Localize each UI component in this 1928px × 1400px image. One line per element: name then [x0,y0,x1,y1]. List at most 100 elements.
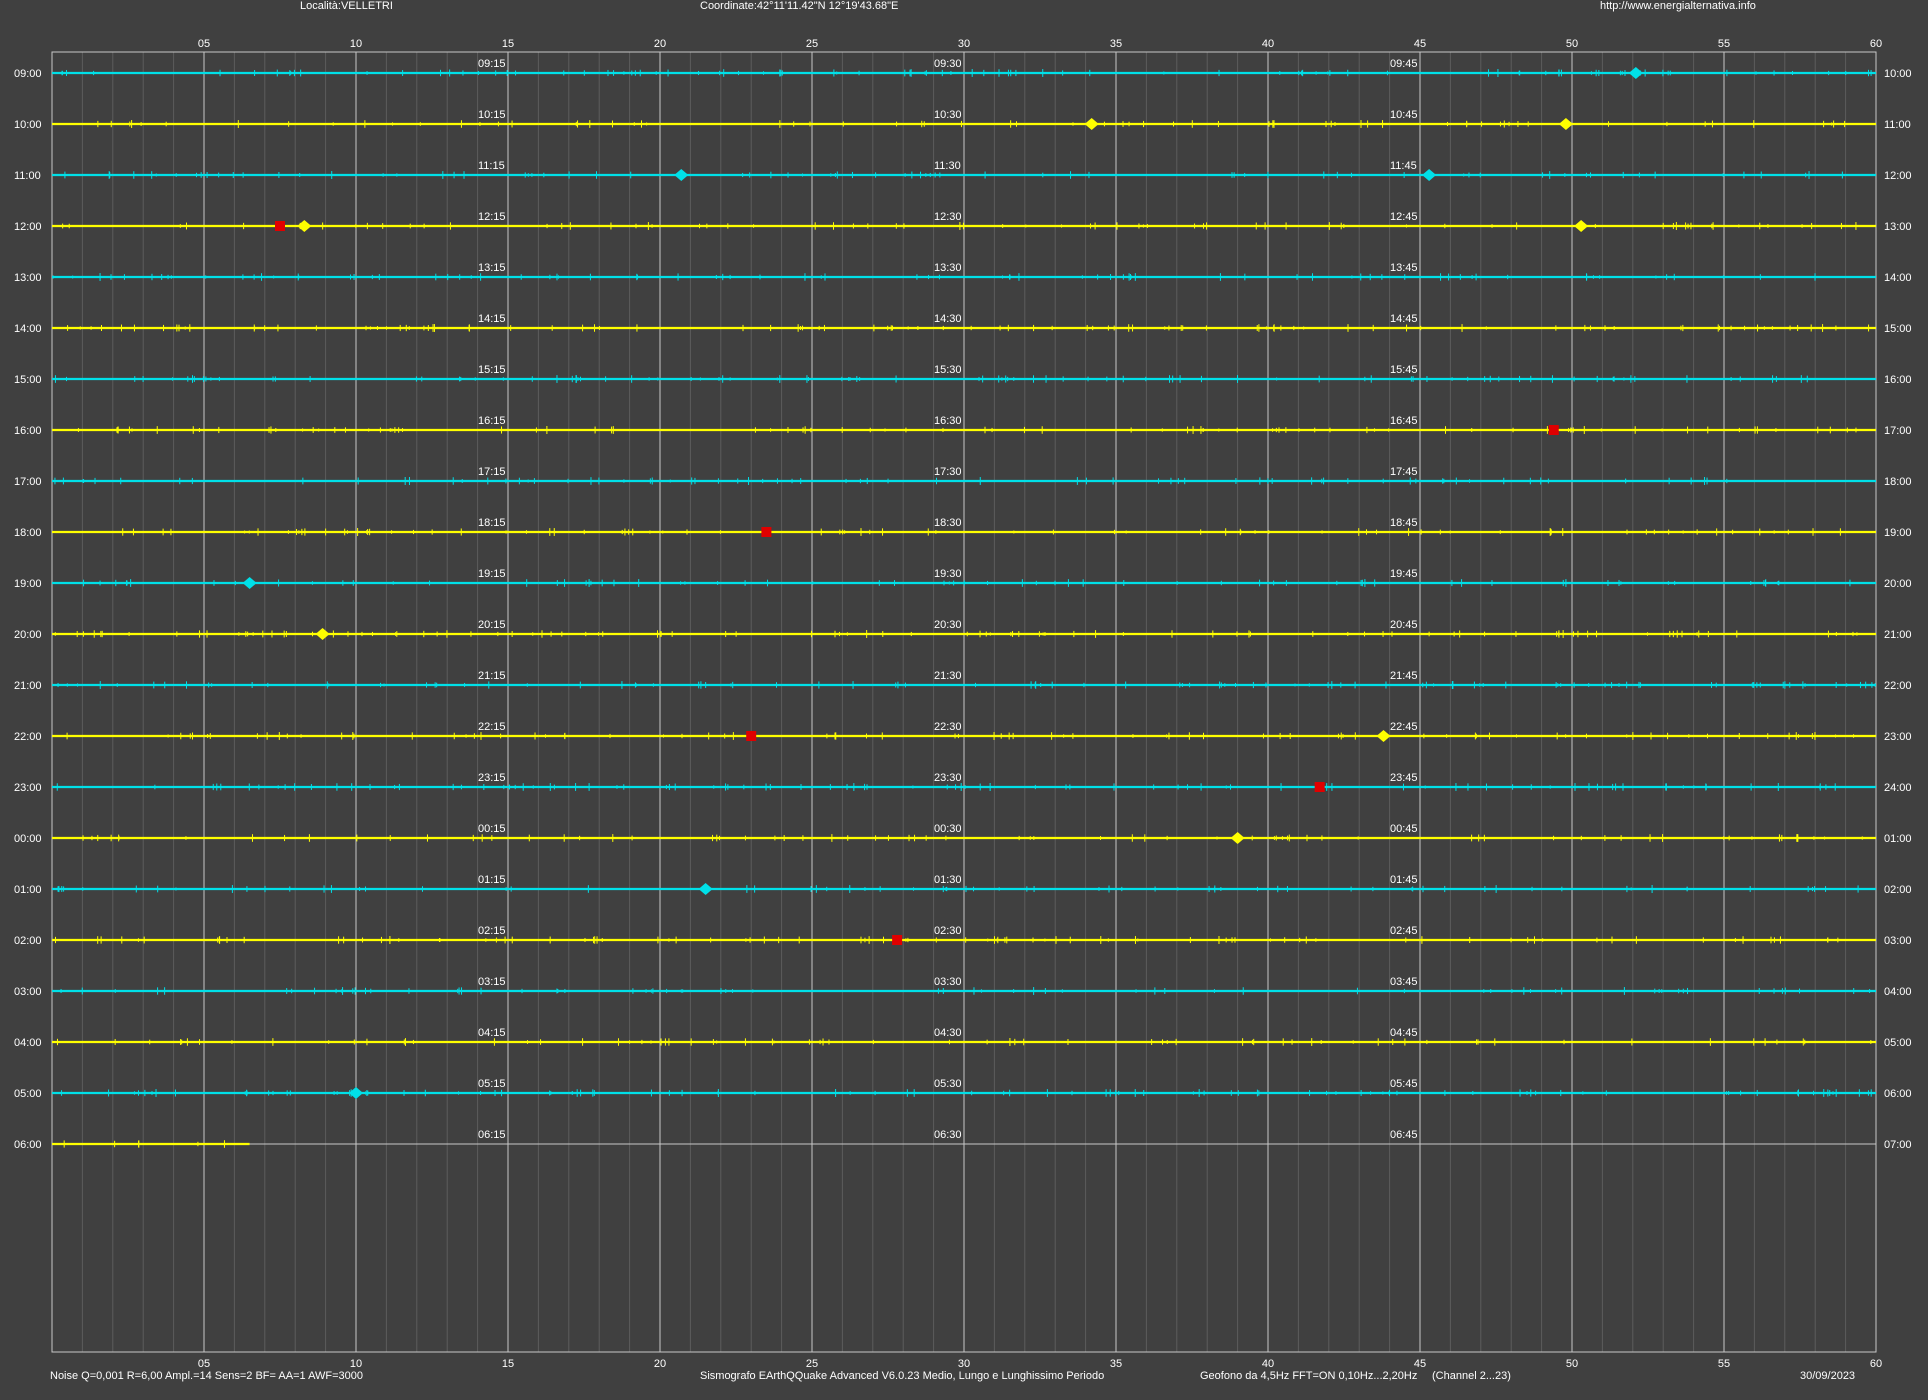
quarter-time-label: 16:15 [478,415,506,427]
signal-burst [1628,67,1643,79]
x-tick-label-top: 35 [1110,38,1122,50]
left-hour-label: 10:00 [14,119,42,131]
quarter-time-label: 15:45 [1390,364,1418,376]
quarter-time-label: 23:45 [1390,772,1418,784]
seismic-event-marker [892,935,903,945]
quarter-time-label: 04:15 [478,1027,506,1039]
x-tick-label-top: 50 [1566,38,1578,50]
left-hour-label: 15:00 [14,374,42,386]
x-tick-label-bottom: 15 [502,1358,514,1370]
left-hour-label: 03:00 [14,986,42,998]
x-tick-label-top: 10 [350,38,362,50]
right-hour-label: 03:00 [1884,935,1912,947]
quarter-time-label: 06:30 [934,1129,962,1141]
right-hour-label: 20:00 [1884,578,1912,590]
signal-burst [1084,118,1099,130]
quarter-time-label: 10:30 [934,109,962,121]
quarter-time-label: 18:30 [934,517,962,529]
seismic-event-marker [275,221,285,231]
quarter-time-label: 11:15 [478,160,505,172]
axis-labels: 05 05 10 10 15 15 20 20 25 25 30 30 35 35 40 40 45 45 50 50… [14,38,1912,1370]
right-hour-label: 06:00 [1884,1088,1912,1100]
x-tick-label-bottom: 05 [198,1358,210,1370]
x-tick-label-top: 60 [1870,38,1882,50]
quarter-time-label: 09:30 [934,58,962,70]
quarter-time-label: 18:15 [478,517,506,529]
quarter-time-label: 01:45 [1390,874,1418,886]
seismic-event-marker [1548,425,1559,435]
left-hour-label: 17:00 [14,476,42,488]
x-tick-label-top: 55 [1718,38,1730,50]
x-tick-label-top: 30 [958,38,970,50]
quarter-time-label: 02:30 [934,925,962,937]
quarter-time-label: 05:30 [934,1078,962,1090]
left-hour-label: 21:00 [14,680,42,692]
quarter-time-label: 19:45 [1390,568,1418,580]
quarter-time-label: 17:15 [478,466,506,478]
left-hour-label: 05:00 [14,1088,42,1100]
x-tick-label-bottom: 55 [1718,1358,1730,1370]
signal-burst [1376,730,1391,742]
x-tick-label-bottom: 60 [1870,1358,1882,1370]
right-hour-label: 23:00 [1884,731,1912,743]
quarter-time-label: 12:45 [1390,211,1418,223]
quarter-time-label: 04:30 [934,1027,962,1039]
seismic-event-marker [761,527,772,537]
quarter-time-label: 23:15 [478,772,506,784]
left-hour-label: 22:00 [14,731,42,743]
right-hour-label: 16:00 [1884,374,1912,386]
x-tick-label-bottom: 45 [1414,1358,1426,1370]
signal-burst [242,577,257,589]
right-hour-label: 24:00 [1884,782,1912,794]
left-hour-label: 14:00 [14,323,42,335]
x-tick-label-bottom: 20 [654,1358,666,1370]
quarter-time-label: 16:30 [934,415,962,427]
left-hour-label: 02:00 [14,935,42,947]
quarter-time-label: 21:30 [934,670,962,682]
quarter-time-label: 16:45 [1390,415,1418,427]
left-hour-label: 13:00 [14,272,42,284]
quarter-time-label: 19:15 [478,568,506,580]
quarter-time-label: 14:30 [934,313,962,325]
quarter-time-label: 15:15 [478,364,506,376]
right-hour-label: 11:00 [1884,119,1911,131]
left-hour-label: 09:00 [14,68,42,80]
website-link[interactable]: http://www.energialternativa.info [1600,0,1756,13]
signal-burst [1422,169,1437,181]
right-hour-label: 19:00 [1884,527,1912,539]
quarter-time-label: 18:45 [1390,517,1418,529]
quarter-time-label: 13:15 [478,262,506,274]
right-hour-label: 17:00 [1884,425,1912,437]
quarter-time-label: 19:30 [934,568,962,580]
software-label: Sismografo EArthQQuake Advanced V6.0.23 … [700,1370,1105,1382]
quarter-time-label: 06:45 [1390,1129,1418,1141]
signal-burst [1574,220,1589,232]
quarter-time-label: 21:15 [478,670,506,682]
quarter-time-label: 22:30 [934,721,962,733]
quarter-time-label: 20:45 [1390,619,1418,631]
grid-lines [51,51,1877,1353]
signal-burst [1558,118,1573,130]
quarter-time-label: 10:15 [478,109,506,121]
quarter-time-label: 17:30 [934,466,962,478]
quarter-time-label: 21:45 [1390,670,1418,682]
x-tick-label-bottom: 40 [1262,1358,1274,1370]
left-hour-label: 00:00 [14,833,42,845]
left-hour-label: 06:00 [14,1139,42,1151]
quarter-time-label: 00:15 [478,823,506,835]
left-hour-label: 19:00 [14,578,42,590]
x-tick-label-bottom: 25 [806,1358,818,1370]
left-hour-label: 12:00 [14,221,42,233]
left-hour-label: 18:00 [14,527,42,539]
location-label: Località:VELLETRI [300,0,393,12]
quarter-time-label: 05:45 [1390,1078,1418,1090]
right-hour-label: 07:00 [1884,1139,1912,1151]
x-tick-label-top: 45 [1414,38,1426,50]
right-hour-label: 18:00 [1884,476,1912,488]
quarter-time-label: 13:30 [934,262,962,274]
noise-settings-label: Noise Q=0,001 R=6,00 Ampl.=14 Sens=2 BF=… [50,1370,363,1382]
left-hour-label: 11:00 [14,170,41,182]
right-hour-label: 04:00 [1884,986,1912,998]
right-hour-label: 15:00 [1884,323,1912,335]
quarter-time-label: 01:15 [478,874,506,886]
